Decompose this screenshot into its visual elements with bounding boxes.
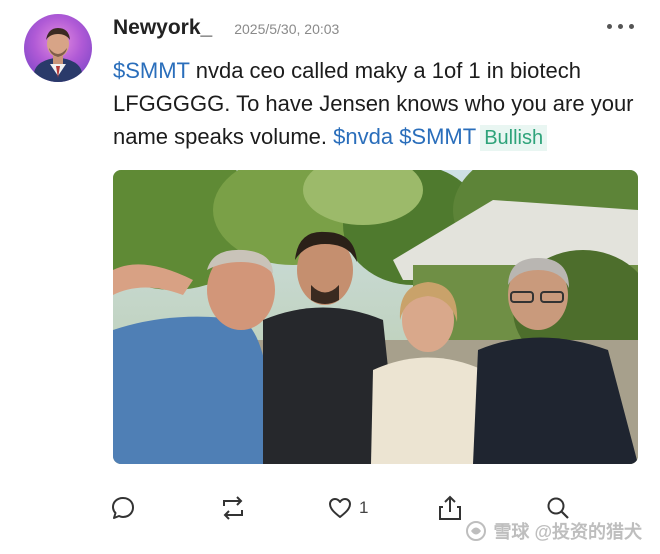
- repost-button[interactable]: [218, 488, 248, 528]
- share-button[interactable]: [437, 488, 463, 528]
- snowball-logo-icon: [466, 521, 487, 541]
- watermark-text: 雪球 @投资的猎犬: [493, 522, 642, 542]
- post-content: $SMMT nvda ceo called maky a 1of 1 in bi…: [113, 54, 643, 153]
- comment-icon: [112, 497, 134, 519]
- heart-icon: [329, 498, 351, 518]
- comment-button[interactable]: [110, 488, 136, 528]
- repost-icon: [223, 496, 243, 520]
- post-card: Newyork_ 2025/5/30, 20:03 $SMMT nvda ceo…: [0, 0, 660, 554]
- username[interactable]: Newyork_: [113, 16, 212, 40]
- stock-tag-smmt[interactable]: $SMMT: [399, 124, 476, 149]
- photo-group-image: [113, 170, 638, 464]
- like-count: 1: [359, 498, 369, 517]
- watermark: 雪球 @投资的猎犬: [465, 518, 642, 544]
- post-header: Newyork_ 2025/5/30, 20:03: [113, 16, 339, 46]
- like-button[interactable]: 1: [327, 488, 368, 528]
- stock-tag-nvda[interactable]: $nvda: [333, 124, 393, 149]
- avatar-image: [34, 28, 82, 82]
- post-photo[interactable]: [113, 170, 638, 464]
- timestamp: 2025/5/30, 20:03: [234, 21, 340, 37]
- avatar[interactable]: [24, 14, 92, 82]
- more-horizontal-icon[interactable]: [607, 24, 634, 29]
- share-icon: [439, 495, 461, 520]
- sentiment-badge: Bullish: [480, 125, 548, 151]
- stock-tag-smmt[interactable]: $SMMT: [113, 58, 190, 83]
